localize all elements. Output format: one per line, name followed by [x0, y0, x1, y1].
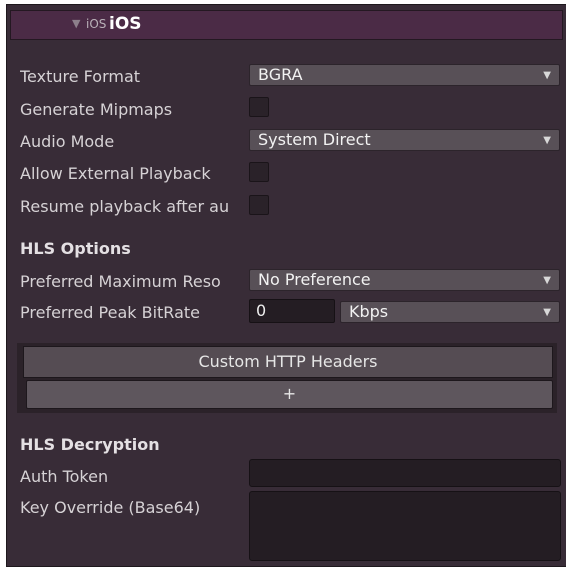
chevron-down-icon: ▼	[543, 275, 551, 286]
preferred-peak-bitrate-label: Preferred Peak BitRate	[20, 303, 200, 322]
bitrate-unit-value: Kbps	[349, 302, 389, 321]
audio-mode-label: Audio Mode	[20, 132, 115, 151]
preferred-max-reso-value: No Preference	[258, 270, 371, 289]
resume-playback-checkbox[interactable]	[249, 195, 269, 215]
bitrate-unit-dropdown[interactable]: Kbps ▼	[340, 301, 560, 323]
allow-external-playback-label: Allow External Playback	[20, 164, 211, 183]
chevron-down-icon: ▼	[543, 135, 551, 146]
chevron-down-icon: ▼	[543, 307, 551, 318]
resume-playback-label: Resume playback after au	[20, 197, 230, 216]
ios-settings-panel: ▼ iOS iOS Texture Format BGRA ▼ Generate…	[6, 4, 566, 567]
hls-decryption-title: HLS Decryption	[20, 435, 160, 454]
custom-http-headers-list: Custom HTTP Headers +	[17, 343, 557, 413]
preferred-max-reso-label: Preferred Maximum Reso	[20, 272, 221, 291]
custom-http-headers-title: Custom HTTP Headers	[23, 346, 553, 378]
key-override-label: Key Override (Base64)	[20, 498, 201, 517]
generate-mipmaps-label: Generate Mipmaps	[20, 100, 173, 119]
preferred-max-reso-dropdown[interactable]: No Preference ▼	[249, 269, 560, 291]
texture-format-label: Texture Format	[20, 67, 141, 86]
generate-mipmaps-checkbox[interactable]	[249, 97, 269, 117]
chevron-down-icon: ▼	[543, 70, 551, 81]
foldout-arrow-icon[interactable]: ▼	[72, 17, 80, 30]
audio-mode-dropdown[interactable]: System Direct ▼	[249, 129, 560, 151]
add-header-button[interactable]: +	[26, 380, 553, 409]
peak-bitrate-input[interactable]: 0	[249, 299, 335, 323]
auth-token-field[interactable]	[249, 459, 561, 487]
ios-small-label: iOS	[86, 17, 107, 31]
key-override-field[interactable]	[249, 491, 561, 561]
ios-title: iOS	[109, 14, 142, 34]
ios-foldout-header[interactable]: ▼ iOS iOS	[10, 10, 563, 40]
hls-options-title: HLS Options	[20, 239, 131, 258]
audio-mode-value: System Direct	[258, 130, 371, 149]
allow-external-playback-checkbox[interactable]	[249, 162, 269, 182]
texture-format-value: BGRA	[258, 65, 303, 84]
texture-format-dropdown[interactable]: BGRA ▼	[249, 64, 560, 86]
auth-token-label: Auth Token	[20, 467, 109, 486]
